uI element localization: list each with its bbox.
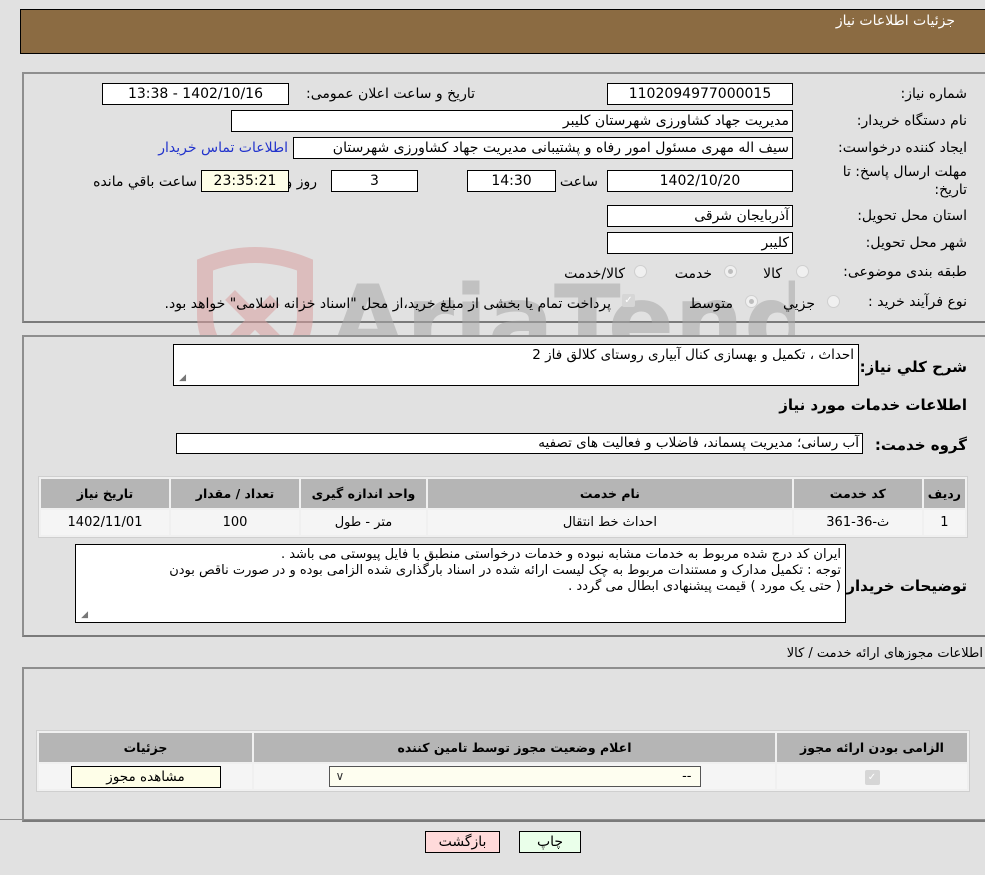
col-permit-details: جزئیات [39, 733, 252, 762]
purchase-type-radio-minor[interactable] [827, 295, 840, 308]
treasury-checkbox[interactable]: ✓ [622, 294, 635, 307]
page-title: جزئیات اطلاعات نیاز [835, 13, 955, 29]
deadline-time-label: ساعت [559, 174, 598, 190]
category-radio-goods[interactable] [796, 265, 809, 278]
col-service-name: نام خدمت [428, 479, 792, 508]
service-group-label: گروه خدمت: [874, 436, 967, 454]
resize-grip-icon[interactable]: ◢ [79, 611, 88, 620]
cell-service-code: ث-36-361 [793, 510, 922, 535]
category-option-goods: کالا [763, 266, 782, 282]
cell-quantity: 100 [171, 510, 299, 535]
permits-section-title: اطلاعات مجوزهای ارائه خدمت / کالا [786, 646, 983, 661]
col-permit-status: اعلام وضعیت مجوز توسط تامین کننده [254, 733, 775, 762]
services-table: ردیف کد خدمت نام خدمت واحد اندازه گیری ت… [38, 476, 968, 538]
back-button[interactable]: بازگشت [425, 831, 500, 853]
category-radio-service[interactable] [724, 265, 737, 278]
buyer-notes-textarea[interactable]: ایران کد درج شده مربوط به خدمات مشابه نب… [75, 544, 846, 623]
announce-datetime-field: 1402/10/16 - 13:38 [102, 83, 289, 105]
buyer-org-label: نام دستگاه خریدار: [856, 113, 967, 129]
need-number-label: شماره نیاز: [900, 86, 968, 102]
treasury-note: پرداخت تمام یا بخشی از مبلغ خرید،از محل … [164, 296, 611, 312]
buyer-org-field: مدیریت جهاد کشاورزی شهرستان کلیبر [231, 110, 793, 132]
category-label: طبقه بندی موضوعی: [843, 264, 967, 280]
requester-field: سیف اله مهری مسئول امور رفاه و پشتیبانی … [293, 137, 793, 159]
purchase-type-option-medium: متوسط [689, 296, 733, 312]
services-section-title: اطلاعات خدمات مورد نیاز [779, 396, 967, 414]
deadline-label-line2: تاریخ: [934, 182, 967, 198]
deadline-label-line1: مهلت ارسال پاسخ: تا [842, 164, 967, 180]
cell-service-name: احداث خط انتقال [428, 510, 792, 535]
permit-required-checkbox[interactable]: ✓ [864, 769, 880, 785]
buyer-notes-line-1: ایران کد درج شده مربوط به خدمات مشابه نب… [280, 547, 841, 562]
purchase-type-radio-medium[interactable] [745, 295, 758, 308]
cell-permit-details: مشاهده مجوز [39, 764, 252, 789]
table-row: 1 ث-36-361 احداث خط انتقال متر - طول 100… [41, 510, 965, 535]
col-need-date: تاریخ نیاز [41, 479, 169, 508]
services-table-wrap: ردیف کد خدمت نام خدمت واحد اندازه گیری ت… [38, 476, 968, 538]
purchase-type-option-minor: جزیي [783, 296, 815, 312]
summary-textarea[interactable]: احداث ، تکمیل و بهسازی کنال آبیاری روستا… [173, 344, 859, 386]
remaining-days-field: 3 [331, 170, 418, 192]
permit-status-select[interactable]: -- ∨ [328, 766, 701, 787]
cell-need-date: 1402/11/01 [41, 510, 169, 535]
buyer-contact-link[interactable]: اطلاعات تماس خریدار [158, 140, 288, 156]
city-label: شهر محل تحویل: [865, 235, 967, 251]
cell-row-number: 1 [923, 510, 965, 535]
purchase-type-label: نوع فرآیند خرید : [868, 294, 967, 310]
buyer-notes-line-2: توجه : تکمیل مدارک و مستندات مربوط به چک… [169, 563, 841, 578]
permits-table-header: الزامی بودن ارائه مجوز اعلام وضعیت مجوز … [39, 733, 967, 762]
province-label: استان محل تحویل: [857, 208, 967, 224]
chevron-down-icon: ∨ [335, 769, 345, 783]
buyer-notes-label: توضیحات خریدار: [840, 577, 967, 595]
col-row-number: ردیف [923, 479, 965, 508]
category-option-goods-service: کالا/خدمت [564, 266, 625, 282]
permits-table: الزامی بودن ارائه مجوز اعلام وضعیت مجوز … [36, 730, 970, 792]
deadline-time-field: 14:30 [467, 170, 556, 192]
permits-table-wrap: الزامی بودن ارائه مجوز اعلام وضعیت مجوز … [36, 730, 970, 792]
service-group-field: آب رسانی؛ مدیریت پسماند، فاضلاب و فعالیت… [176, 433, 863, 454]
cell-unit: متر - طول [301, 510, 426, 535]
table-row: ✓ -- ∨ مشاهده مجوز [39, 764, 967, 789]
category-option-service: خدمت [674, 266, 712, 282]
requester-label: ایجاد کننده درخواست: [838, 140, 967, 156]
summary-text: احداث ، تکمیل و بهسازی کنال آبیاری روستا… [532, 347, 854, 363]
need-number-field: 1102094977000015 [607, 83, 793, 105]
remaining-time-field: 23:35:21 [201, 170, 289, 192]
cell-permit-status: -- ∨ [254, 764, 775, 789]
col-quantity: تعداد / مقدار [171, 479, 299, 508]
print-button[interactable]: چاپ [519, 831, 581, 853]
summary-label: شرح کلي نیاز: [859, 358, 967, 376]
province-field: آذربایجان شرقی [607, 205, 793, 227]
category-radio-goods-service[interactable] [634, 265, 647, 278]
col-service-code: کد خدمت [793, 479, 922, 508]
view-permit-button[interactable]: مشاهده مجوز [70, 765, 221, 788]
permit-status-value: -- [682, 769, 692, 784]
footer-divider [0, 819, 985, 820]
announce-datetime-label: تاریخ و ساعت اعلان عمومی: [306, 86, 475, 102]
col-permit-required: الزامی بودن ارائه مجوز [777, 733, 967, 762]
col-unit: واحد اندازه گیری [301, 479, 426, 508]
buyer-notes-line-3: ( حتی یک مورد ) قیمت پیشنهادی ابطال می گ… [568, 579, 841, 594]
city-field: کلیبر [607, 232, 793, 254]
resize-grip-icon[interactable]: ◢ [177, 374, 186, 383]
services-table-header: ردیف کد خدمت نام خدمت واحد اندازه گیری ت… [41, 479, 965, 508]
remaining-days-label: روز و [285, 174, 318, 190]
remaining-time-label: ساعت باقي مانده [93, 174, 197, 190]
cell-permit-required: ✓ [777, 764, 967, 789]
deadline-date-field: 1402/10/20 [607, 170, 793, 192]
